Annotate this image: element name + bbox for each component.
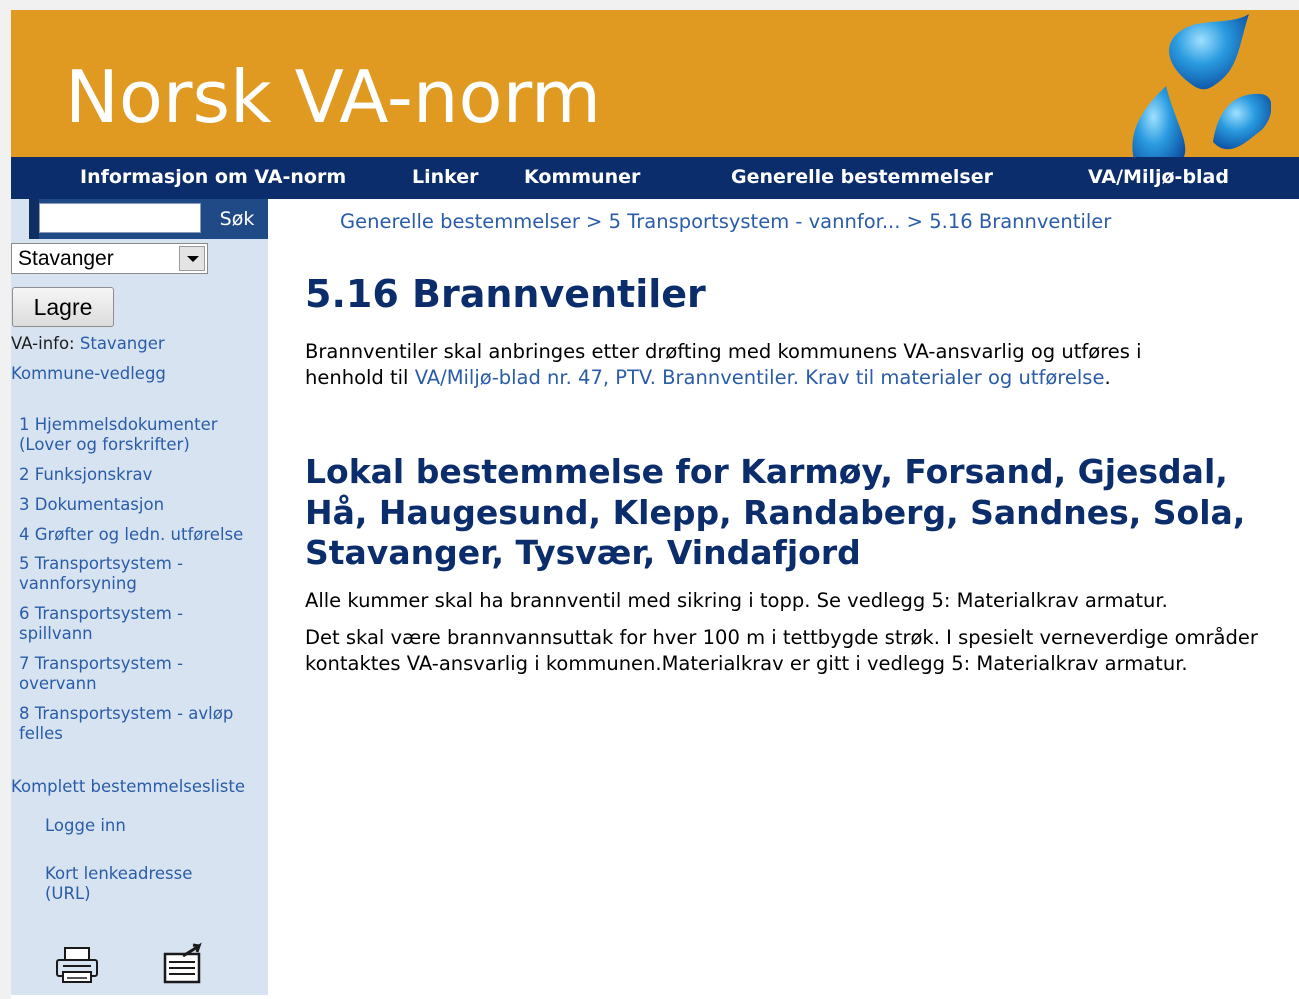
search-input[interactable] [39, 203, 201, 233]
toc-item-8[interactable]: 8 Transportsystem - avløp felles [19, 704, 259, 744]
toc-item-6-line1: 6 Transportsystem - [19, 604, 184, 623]
document-export-icon[interactable] [159, 942, 207, 986]
login-link[interactable]: Logge inn [45, 816, 126, 836]
main-nav: Informasjon om VA-norm Linker Kommuner G… [11, 157, 1299, 199]
short-url-line1: Kort lenkeadresse [45, 864, 193, 883]
nav-item-links[interactable]: Linker [412, 157, 479, 199]
search-bar-band [29, 199, 39, 239]
va-miljo-blad-47-link[interactable]: VA/Miljø-blad nr. 47, PTV. Brannventiler… [415, 366, 1105, 389]
nav-item-municipalities[interactable]: Kommuner [524, 157, 640, 199]
header-banner: Norsk VA-norm [11, 10, 1299, 174]
toc-item-8-line2: felles [19, 724, 63, 743]
toc-item-7-line1: 7 Transportsystem - [19, 654, 184, 673]
intro-text-prefix: henhold til [305, 366, 415, 389]
breadcrumb-item-general[interactable]: Generelle bestemmelser [340, 210, 580, 233]
local-provision-heading: Lokal bestemmelse for Karmøy, Forsand, G… [305, 452, 1246, 572]
breadcrumb-item-section[interactable]: 5 Transportsystem - vannfor... [609, 210, 901, 233]
toc-item-5-line1: 5 Transportsystem - [19, 554, 184, 573]
va-info-label: VA-info: [11, 334, 75, 353]
toc-item-7-line2: overvann [19, 674, 97, 693]
toc-item-1-line2: (Lover og forskrifter) [19, 435, 190, 454]
page-title: 5.16 Brannventiler [305, 272, 706, 316]
toc-item-4-line1: 4 Grøfter og ledn. utførelse [19, 525, 244, 544]
sidebar: Søk Stavanger Lagre VA-info: Stavanger K… [11, 199, 268, 995]
municipality-select[interactable]: Stavanger [11, 243, 208, 274]
save-button[interactable]: Lagre [12, 287, 114, 327]
page: Norsk VA-norm Informasjon om VA-norm Lin… [11, 10, 1299, 999]
toc-item-5-line2: vannforsyning [19, 574, 137, 593]
municipal-attachments-link[interactable]: Kommune-vedlegg [11, 364, 166, 384]
toc-item-2[interactable]: 2 Funksjonskrav [19, 465, 259, 485]
va-info-link[interactable]: Stavanger [80, 334, 165, 353]
toc-item-3[interactable]: 3 Dokumentasjon [19, 495, 259, 515]
toc-item-7[interactable]: 7 Transportsystem - overvann [19, 654, 259, 694]
toc-item-1-line1: 1 Hjemmelsdokumenter [19, 415, 218, 434]
full-provision-list-link[interactable]: Komplett bestemmelsesliste [11, 777, 245, 797]
printer-icon[interactable] [53, 944, 101, 988]
municipality-select-value: Stavanger [18, 247, 114, 270]
site-title[interactable]: Norsk VA-norm [65, 52, 601, 142]
chevron-down-icon[interactable] [179, 246, 205, 271]
breadcrumb-separator: > [906, 210, 930, 233]
breadcrumb-item-current[interactable]: 5.16 Brannventiler [929, 210, 1111, 233]
intro-text-line2: henhold til VA/Miljø-blad nr. 47, PTV. B… [305, 365, 1285, 391]
search-button[interactable]: Søk [207, 203, 267, 235]
toc-item-1[interactable]: 1 Hjemmelsdokumenter (Lover og forskrift… [19, 415, 259, 455]
toc-item-8-line1: 8 Transportsystem - avløp [19, 704, 234, 723]
toc-item-6[interactable]: 6 Transportsystem - spillvann [19, 604, 259, 644]
nav-item-va-miljo-blad[interactable]: VA/Miljø-blad [1088, 157, 1229, 199]
intro-text-line1: Brannventiler skal anbringes etter drøft… [305, 340, 1142, 363]
va-info-row: VA-info: Stavanger [11, 334, 165, 354]
local-paragraph-2: Det skal være brannvannsuttak for hver 1… [305, 626, 1258, 675]
intro-text-end: . [1104, 366, 1111, 389]
breadcrumb: Generelle bestemmelser > 5 Transportsyst… [340, 209, 1111, 235]
breadcrumb-separator: > [586, 210, 609, 233]
nav-item-info[interactable]: Informasjon om VA-norm [80, 157, 346, 199]
toc-item-4[interactable]: 4 Grøfter og ledn. utførelse [19, 525, 259, 545]
local-paragraph-1: Alle kummer skal ha brannventil med sikr… [305, 589, 1168, 612]
nav-item-general-provisions[interactable]: Generelle bestemmelser [731, 157, 993, 199]
toc-item-2-line1: 2 Funksjonskrav [19, 465, 153, 484]
toc-item-3-line1: 3 Dokumentasjon [19, 495, 165, 514]
toc-item-6-line2: spillvann [19, 624, 93, 643]
short-url-link[interactable]: Kort lenkeadresse (URL) [45, 864, 192, 904]
water-drops-logo-icon[interactable] [1121, 14, 1271, 174]
toc-item-5[interactable]: 5 Transportsystem - vannforsyning [19, 554, 259, 594]
short-url-line2: (URL) [45, 884, 91, 903]
intro-paragraph: Brannventiler skal anbringes etter drøft… [305, 339, 1285, 391]
